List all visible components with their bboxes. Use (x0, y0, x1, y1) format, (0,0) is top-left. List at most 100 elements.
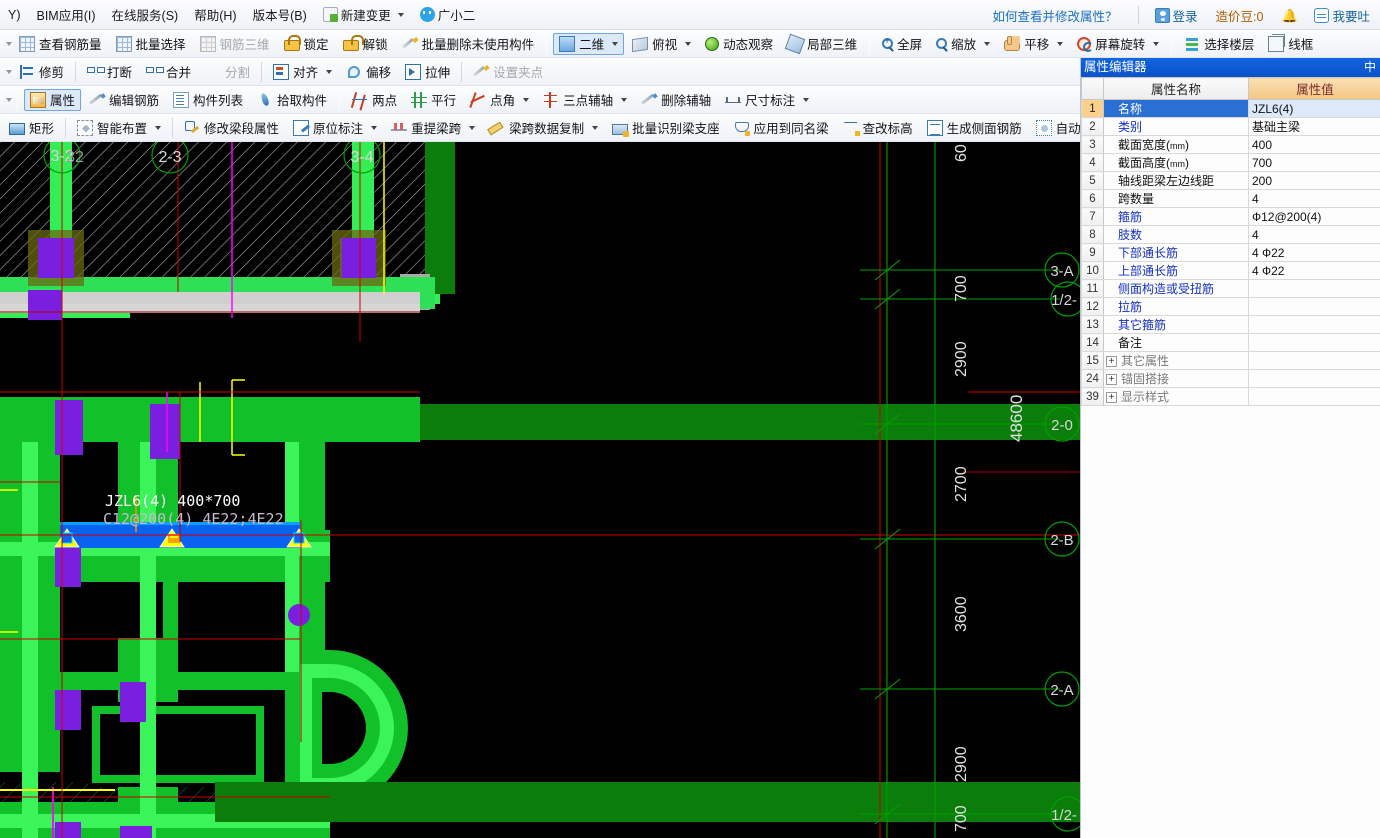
btn-zoom[interactable]: 缩放 (930, 33, 996, 55)
btn-in-situ-annotation[interactable]: 原位标注 (287, 117, 383, 139)
btn-stretch[interactable]: 拉伸 (399, 61, 456, 83)
property-value-cell[interactable]: 基础主梁 (1248, 117, 1380, 136)
btn-edit-rebar[interactable]: 编辑钢筋 (83, 89, 165, 111)
toolbar-overflow-caret-3[interactable] (6, 97, 12, 102)
property-value-cell[interactable]: 400 (1248, 135, 1380, 154)
btn-select-floor[interactable]: 选择楼层 (1178, 33, 1260, 55)
btn-properties[interactable]: 属性 (24, 88, 82, 111)
notifications-button[interactable]: 🔔 (1274, 4, 1303, 27)
property-row[interactable]: 14 备注 (1081, 333, 1380, 352)
chevron-down-icon[interactable] (469, 125, 476, 130)
btn-re-extract-beam-span[interactable]: 重提梁跨 (385, 117, 481, 139)
property-value-cell[interactable] (1248, 315, 1380, 334)
property-row[interactable]: 4 截面高度(mm) 700 (1081, 153, 1380, 172)
btn-rectangle[interactable]: 矩形 (3, 117, 60, 139)
property-value-cell[interactable] (1248, 369, 1380, 388)
chevron-down-icon[interactable] (612, 41, 619, 46)
expand-plus-icon[interactable]: + (1106, 374, 1117, 386)
btn-view-rebar-quantity[interactable]: 查看钢筋量 (13, 33, 108, 55)
btn-local-3d[interactable]: 局部三维 (781, 33, 863, 55)
property-value-cell[interactable] (1248, 333, 1380, 352)
property-value-cell[interactable]: 700 (1248, 153, 1380, 172)
chevron-down-icon[interactable] (326, 69, 333, 74)
property-value-cell[interactable]: 200 (1248, 171, 1380, 190)
btn-component-list[interactable]: 构件列表 (167, 89, 249, 111)
menu-item-version[interactable]: 版本号(B) (246, 1, 314, 28)
property-row[interactable]: 2 类别 基础主梁 (1081, 117, 1380, 136)
property-row[interactable]: 15 + 其它属性 (1081, 351, 1380, 370)
toolbar-overflow-caret-1[interactable] (6, 41, 12, 46)
btn-point-angle[interactable]: 点角 (464, 89, 535, 111)
feedback-button[interactable]: 我要吐 (1307, 2, 1377, 29)
property-row[interactable]: 10 上部通长筋 4 Ф22 (1081, 261, 1380, 280)
btn-smart-layout[interactable]: 智能布置 (71, 117, 167, 139)
btn-align[interactable]: 对齐 (267, 61, 338, 83)
btn-set-grip[interactable]: 设置夹点 (467, 61, 549, 83)
btn-dynamic-observe[interactable]: 动态观察 (699, 33, 779, 55)
btn-dimension[interactable]: 尺寸标注 (719, 89, 815, 111)
btn-top-view[interactable]: 俯视 (626, 33, 697, 55)
btn-pan[interactable]: 平移 (998, 33, 1069, 55)
chevron-down-icon[interactable] (685, 41, 692, 46)
property-value-cell[interactable]: 4 Ф22 (1248, 243, 1380, 262)
toolbar-overflow-caret-2[interactable] (6, 69, 12, 74)
property-value-cell[interactable]: 4 (1248, 189, 1380, 208)
btn-three-point-aux-axis[interactable]: 三点辅轴 (537, 89, 633, 111)
expand-plus-icon[interactable]: + (1106, 392, 1117, 404)
btn-view-2d[interactable]: 二维 (553, 32, 625, 55)
chevron-down-icon[interactable] (1153, 41, 1160, 46)
property-value-cell[interactable]: JZL6(4) (1248, 99, 1380, 118)
btn-fullscreen[interactable]: 全屏 (876, 33, 928, 55)
menu-item-help[interactable]: 帮助(H) (187, 1, 243, 28)
btn-delete-aux-axis[interactable]: 删除辅轴 (635, 89, 717, 111)
property-row[interactable]: 13 其它箍筋 (1081, 315, 1380, 334)
btn-modify-beam-segment[interactable]: 修改梁段属性 (178, 117, 285, 139)
chevron-down-icon[interactable] (803, 97, 810, 102)
btn-batch-select[interactable]: 批量选择 (110, 33, 192, 55)
property-row[interactable]: 39 + 显示样式 (1081, 387, 1380, 406)
btn-batch-identify-support[interactable]: 批量识别梁支座 (606, 117, 726, 139)
btn-wireframe[interactable]: 线框 (1262, 33, 1319, 55)
btn-batch-delete-unused[interactable]: 批量删除未使用构件 (396, 33, 541, 55)
btn-merge[interactable]: 合并 (140, 61, 197, 83)
property-row[interactable]: 1 名称 JZL6(4) (1081, 99, 1380, 118)
btn-unlock[interactable]: 解锁 (337, 33, 394, 55)
btn-screen-rotate[interactable]: 屏幕旋转 (1071, 33, 1165, 55)
property-row[interactable]: 5 轴线距梁左边线距 200 (1081, 171, 1380, 190)
chevron-down-icon[interactable] (155, 125, 162, 130)
login-button[interactable]: 登录 (1148, 2, 1205, 29)
new-change-button[interactable]: 新建变更 (316, 1, 411, 28)
chevron-down-icon[interactable] (523, 97, 530, 102)
user-account-button[interactable]: 广小二 (413, 1, 483, 28)
chevron-down-icon[interactable] (1057, 41, 1064, 46)
btn-beam-span-copy[interactable]: 梁跨数据复制 (483, 117, 604, 139)
property-value-cell[interactable] (1248, 297, 1380, 316)
property-value-cell[interactable]: Ф12@200(4) (1248, 207, 1380, 226)
chevron-down-icon[interactable] (397, 12, 404, 17)
btn-apply-same-name-beam[interactable]: 应用到同名梁 (728, 117, 835, 139)
property-row[interactable]: 8 肢数 4 (1081, 225, 1380, 244)
btn-rebar-3d[interactable]: 钢筋三维 (194, 33, 276, 55)
btn-lock[interactable]: 锁定 (278, 33, 335, 55)
property-row[interactable]: 9 下部通长筋 4 Ф22 (1081, 243, 1380, 262)
btn-split[interactable]: 分割 (199, 61, 256, 83)
menu-item-online-service[interactable]: 在线服务(S) (105, 1, 186, 28)
chevron-down-icon[interactable] (984, 41, 991, 46)
property-row[interactable]: 6 跨数量 4 (1081, 189, 1380, 208)
property-value-cell[interactable]: 4 Ф22 (1248, 261, 1380, 280)
coin-balance[interactable]: 造价豆:0 (1209, 2, 1271, 29)
cad-svg[interactable]: 3-2 32 2-3 3-4 3-A 1/2- 2-0 2-B 2-A 1/2-… (0, 142, 1080, 838)
cad-drawing-area[interactable]: 3-2 32 2-3 3-4 3-A 1/2- 2-0 2-B 2-A 1/2-… (0, 142, 1080, 838)
property-row[interactable]: 3 截面宽度(mm) 400 (1081, 135, 1380, 154)
btn-trim[interactable]: 修剪 (13, 61, 70, 83)
property-row[interactable]: 11 侧面构造或受扭筋 (1081, 279, 1380, 298)
chevron-down-icon[interactable] (621, 97, 628, 102)
property-value-cell[interactable] (1248, 351, 1380, 370)
menu-item-bim[interactable]: BIM应用(I) (30, 1, 103, 28)
property-row[interactable]: 24 + 锚固搭接 (1081, 369, 1380, 388)
menu-item-0[interactable]: Y) (1, 4, 28, 26)
chevron-down-icon[interactable] (371, 125, 378, 130)
btn-break[interactable]: 打断 (81, 61, 138, 83)
btn-check-elevation[interactable]: 查改标高 (837, 117, 919, 139)
how-to-modify-property-link[interactable]: 如何查看并修改属性？ (981, 6, 1130, 25)
